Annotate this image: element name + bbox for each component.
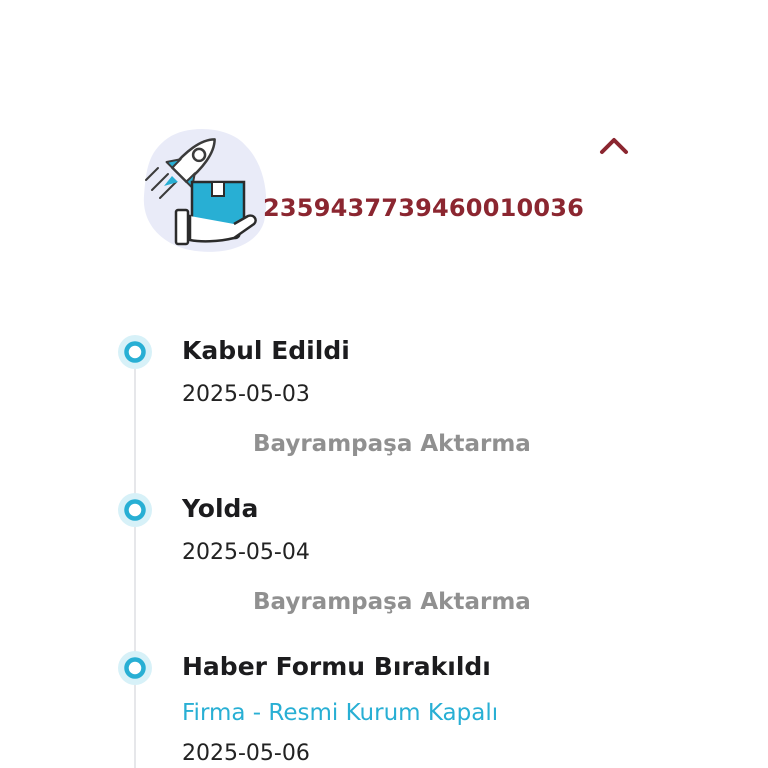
tracking-number: 2359437739460010036 xyxy=(263,194,585,222)
timeline-dot-icon xyxy=(117,650,153,686)
event-note: Firma - Resmi Kurum Kapalı xyxy=(182,700,499,726)
collapse-toggle[interactable] xyxy=(594,128,634,162)
rocket-delivery-icon xyxy=(138,124,270,254)
event-location: Bayrampaşa Aktarma xyxy=(253,431,531,457)
event-location: Bayrampaşa Aktarma xyxy=(253,589,531,615)
timeline-dot-icon xyxy=(117,334,153,370)
timeline-dot-icon xyxy=(117,492,153,528)
shipment-tracking-screen: 2359437739460010036 Kabul Edildi 2025-05… xyxy=(0,0,768,768)
timeline-line xyxy=(134,352,136,768)
event-date: 2025-05-04 xyxy=(182,540,310,565)
event-date: 2025-05-03 xyxy=(182,382,310,407)
event-title: Haber Formu Bırakıldı xyxy=(182,652,491,681)
chevron-up-icon xyxy=(600,138,628,154)
event-title: Yolda xyxy=(182,494,259,523)
event-title: Kabul Edildi xyxy=(182,336,350,365)
event-date: 2025-05-06 xyxy=(182,741,310,766)
